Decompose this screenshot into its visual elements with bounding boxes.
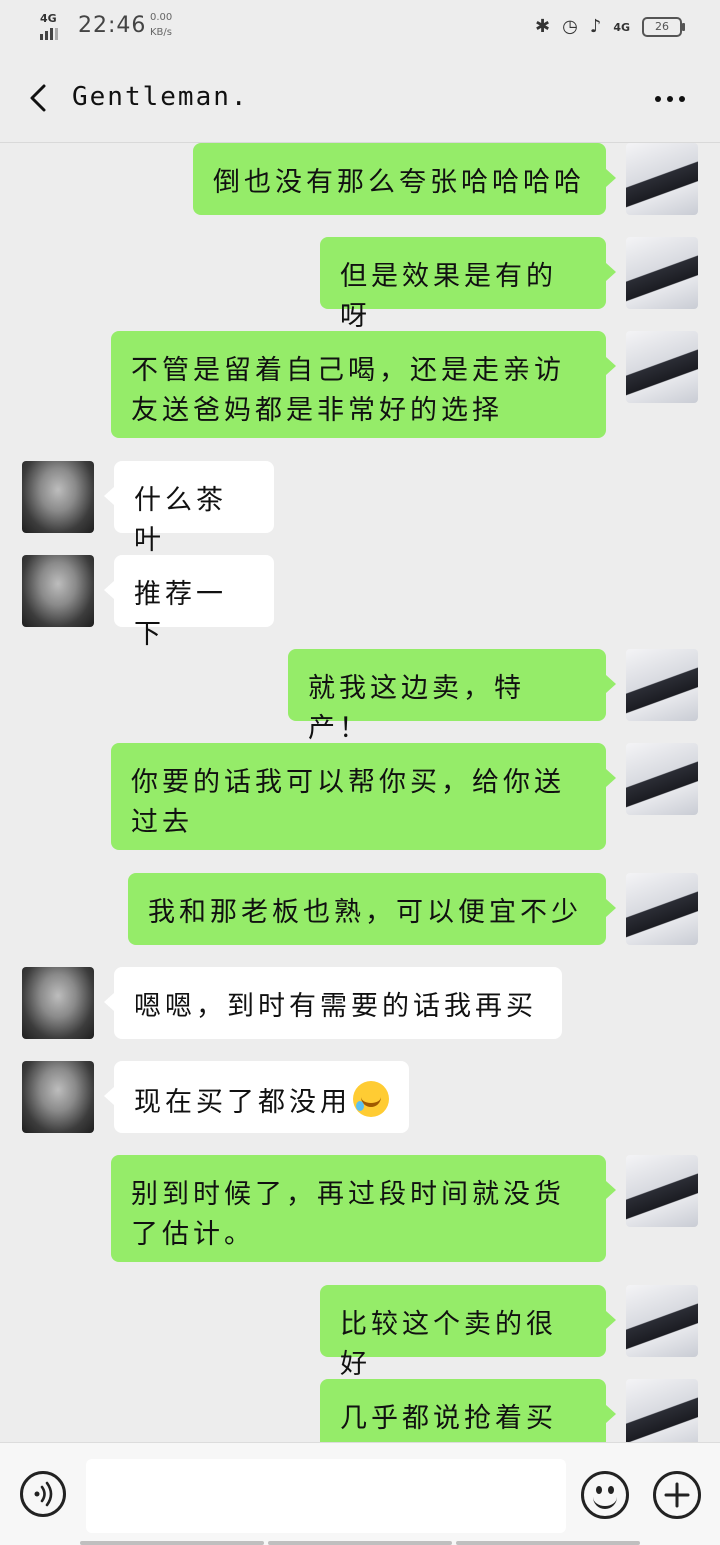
avatar-contact[interactable] <box>22 1061 94 1133</box>
more-icon[interactable] <box>650 84 690 114</box>
input-bar <box>0 1442 720 1545</box>
message-item: 推荐一下 <box>0 555 720 650</box>
message-item: 就我这边卖，特产！ <box>0 649 720 744</box>
emoji-icon[interactable] <box>581 1471 629 1519</box>
message-bubble[interactable]: 嗯嗯，到时有需要的话我再买 <box>104 967 562 1039</box>
voice-icon[interactable] <box>20 1471 66 1517</box>
message-bubble[interactable]: 但是效果是有的呀 <box>320 237 616 332</box>
chat-header: Gentleman. <box>0 56 720 143</box>
message-item: 但是效果是有的呀 <box>0 237 720 332</box>
message-item: 倒也没有那么夸张哈哈哈哈 <box>0 143 720 223</box>
avatar-self[interactable] <box>626 743 698 815</box>
bluetooth-icon: ✱ <box>535 16 551 37</box>
message-text: 现在买了都没用 <box>134 1087 351 1118</box>
message-bubble[interactable]: 倒也没有那么夸张哈哈哈哈 <box>193 143 616 215</box>
mute-icon: ♪ <box>589 16 602 37</box>
speed-value: 0.00 <box>150 12 173 23</box>
speed-unit: KB/s <box>150 27 172 38</box>
network-speed: 0.00 KB/s <box>150 10 172 40</box>
message-item: 嗯嗯，到时有需要的话我再买 <box>0 967 720 1047</box>
avatar-self[interactable] <box>626 237 698 309</box>
cellular-signal-icon: 4G <box>40 12 70 40</box>
avatar-contact[interactable] <box>22 461 94 533</box>
network-type-right: 4G <box>613 20 630 34</box>
back-arrow-icon[interactable] <box>22 80 58 116</box>
plus-sign-icon <box>664 1482 690 1508</box>
message-bubble[interactable]: 就我这边卖，特产！ <box>288 649 616 744</box>
crying-laughing-emoji <box>353 1081 389 1117</box>
home-indicator <box>80 1541 640 1545</box>
message-bubble[interactable]: 比较这个卖的很好 <box>320 1285 616 1380</box>
status-bar: 4G 22:46 0.00 KB/s ✱ ◷ ♪ 4G 26 <box>0 0 720 56</box>
avatar-self[interactable] <box>626 1379 698 1442</box>
message-bubble[interactable]: 你要的话我可以帮你买，给你送过去 <box>111 743 616 850</box>
message-bubble[interactable]: 我和那老板也熟，可以便宜不少 <box>128 873 616 945</box>
message-bubble[interactable]: 别到时候了，再过段时间就没货了估计。 <box>111 1155 616 1262</box>
message-item: 不管是留着自己喝，还是走亲访友送爸妈都是非常好的选择 <box>0 331 720 441</box>
message-bubble[interactable]: 现在买了都没用 <box>104 1061 409 1133</box>
status-icons: ✱ ◷ ♪ 4G 26 <box>535 15 685 39</box>
message-bubble[interactable]: 推荐一下 <box>104 555 274 650</box>
message-item: 什么茶叶 <box>0 461 720 556</box>
chat-title: Gentleman. <box>72 82 249 112</box>
message-item: 现在买了都没用 <box>0 1061 720 1141</box>
alarm-icon: ◷ <box>562 16 578 37</box>
message-item: 你要的话我可以帮你买，给你送过去 <box>0 743 720 853</box>
avatar-self[interactable] <box>626 873 698 945</box>
message-item: 比较这个卖的很好 <box>0 1285 720 1380</box>
plus-icon[interactable] <box>653 1471 701 1519</box>
avatar-self[interactable] <box>626 1155 698 1227</box>
status-time: 22:46 <box>78 13 147 38</box>
message-item: 别到时候了，再过段时间就没货了估计。 <box>0 1155 720 1265</box>
message-bubble[interactable]: 什么茶叶 <box>104 461 274 556</box>
avatar-self[interactable] <box>626 331 698 403</box>
battery-level: 26 <box>655 20 669 33</box>
message-item: 几乎都说抢着买的 <box>0 1379 720 1442</box>
avatar-self[interactable] <box>626 1285 698 1357</box>
network-type: 4G <box>40 12 57 25</box>
message-bubble[interactable]: 不管是留着自己喝，还是走亲访友送爸妈都是非常好的选择 <box>111 331 616 438</box>
message-list[interactable]: 倒也没有那么夸张哈哈哈哈 但是效果是有的呀 不管是留着自己喝，还是走亲访友送爸妈… <box>0 143 720 1442</box>
voice-wave-icon <box>34 1481 53 1507</box>
battery-icon: 26 <box>642 17 685 37</box>
message-bubble[interactable]: 几乎都说抢着买的 <box>320 1379 616 1442</box>
avatar-contact[interactable] <box>22 967 94 1039</box>
avatar-contact[interactable] <box>22 555 94 627</box>
message-item: 我和那老板也熟，可以便宜不少 <box>0 873 720 953</box>
avatar-self[interactable] <box>626 143 698 215</box>
message-input[interactable] <box>86 1459 566 1533</box>
avatar-self[interactable] <box>626 649 698 721</box>
